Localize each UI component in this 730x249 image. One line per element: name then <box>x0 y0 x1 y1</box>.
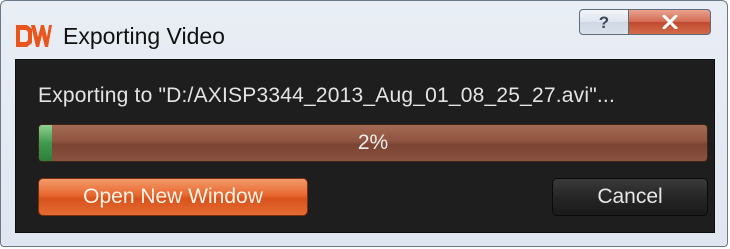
cancel-button[interactable]: Cancel <box>552 178 708 216</box>
dialog-title: Exporting Video <box>63 23 225 49</box>
close-icon <box>662 15 677 29</box>
svg-text:?: ? <box>599 13 609 31</box>
export-dialog: Exporting Video ? Exporting to "D:/AXISP… <box>0 0 728 247</box>
dw-logo-icon <box>16 25 52 47</box>
export-status-text: Exporting to "D:/AXISP3344_2013_Aug_01_0… <box>38 84 615 107</box>
close-button[interactable] <box>628 9 711 35</box>
help-button[interactable]: ? <box>579 9 629 35</box>
title-bar[interactable]: Exporting Video ? <box>1 1 727 59</box>
help-icon: ? <box>599 13 609 31</box>
open-new-window-button[interactable]: Open New Window <box>38 178 308 216</box>
export-progress-bar: 2% <box>38 124 708 162</box>
progress-percent-label: 2% <box>357 131 389 154</box>
export-panel: Exporting to "D:/AXISP3344_2013_Aug_01_0… <box>15 59 715 233</box>
